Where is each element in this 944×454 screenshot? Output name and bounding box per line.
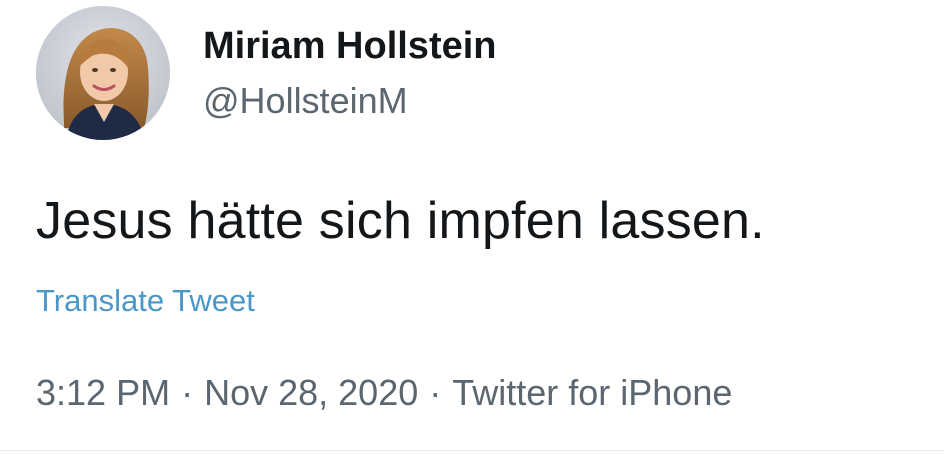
tweet-source[interactable]: Twitter for iPhone [452,372,732,414]
divider [0,450,944,451]
meta-separator: · [429,372,442,413]
avatar[interactable] [36,6,170,140]
meta-separator: · [181,372,194,413]
tweet-header: Miriam Hollstein @HollsteinM [0,0,944,150]
avatar-image [36,6,170,140]
author-handle[interactable]: @HollsteinM [203,80,408,122]
tweet-text: Jesus hätte sich impfen lassen. [36,192,765,250]
tweet-time[interactable]: 3:12 PM [36,372,170,414]
tweet-card: Miriam Hollstein @HollsteinM Jesus hätte… [0,0,944,454]
author-display-name[interactable]: Miriam Hollstein [203,24,497,68]
tweet-date[interactable]: Nov 28, 2020 [204,372,418,414]
tweet-meta: 3:12 PM · Nov 28, 2020 · Twitter for iPh… [36,372,732,414]
translate-tweet-link[interactable]: Translate Tweet [36,283,255,319]
